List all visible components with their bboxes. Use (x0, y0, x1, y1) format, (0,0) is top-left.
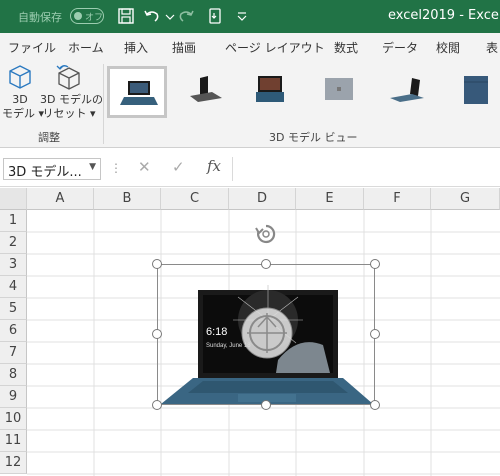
row-header-12[interactable]: 12 (0, 452, 27, 474)
touch-mode-icon[interactable] (205, 6, 225, 26)
3d-model[interactable]: 6:18 Sunday, June 18 (157, 264, 375, 405)
name-box-value: 3D モデル... (8, 165, 82, 180)
resize-handle-top[interactable] (261, 259, 271, 269)
formula-bar: 3D モデル... ▼ ⋮ ✕ ✓ fx (0, 149, 500, 187)
reset-3d-model-button[interactable]: 3D モデルの リセット ▾ (40, 60, 103, 126)
tab-data[interactable]: データ (382, 39, 418, 56)
view-top-front[interactable] (240, 66, 300, 118)
3d-model-label-2: モデル ▾ (2, 107, 45, 120)
toggle-knob (74, 12, 82, 20)
column-header-e[interactable]: E (296, 188, 364, 210)
column-header-g[interactable]: G (431, 188, 500, 210)
undo-icon[interactable] (142, 6, 162, 26)
resize-handle-bottom[interactable] (261, 400, 271, 410)
tab-view[interactable]: 表 (486, 39, 498, 56)
tab-review[interactable]: 校閲 (436, 39, 460, 56)
tab-draw[interactable]: 描画 (172, 39, 196, 56)
row-header-3[interactable]: 3 (0, 254, 27, 276)
column-header-c[interactable]: C (161, 188, 229, 210)
cancel-icon[interactable]: ✕ (138, 158, 151, 176)
ribbon-tabs: ファイル ホーム 挿入 描画 ページ レイアウト 数式 データ 校閲 表 (0, 33, 500, 60)
views-group-label: 3D モデル ビュー (269, 131, 358, 144)
row-header-10[interactable]: 10 (0, 408, 27, 430)
reset-label-1: 3D モデルの (40, 93, 103, 106)
tab-page-layout[interactable]: ページ レイアウト (225, 39, 325, 56)
redo-icon[interactable] (176, 6, 196, 26)
tab-home[interactable]: ホーム (68, 39, 104, 56)
row-header-9[interactable]: 9 (0, 386, 27, 408)
autosave-label: 自動保存 (18, 11, 62, 24)
formula-bar-grip-icon[interactable]: ⋮ (110, 161, 122, 175)
autosave-toggle[interactable]: オフ (70, 8, 104, 24)
laptop-top-front-icon (256, 76, 284, 102)
view-right-angle[interactable] (378, 66, 438, 118)
select-all-corner[interactable] (0, 188, 27, 210)
laptop-back-icon (325, 78, 353, 100)
screen-time: 6:18 (206, 326, 227, 338)
tab-file[interactable]: ファイル (8, 39, 56, 56)
3d-model-button[interactable]: 3D モデル ▾ (2, 60, 45, 126)
document-title: excel2019 - Excel (388, 8, 500, 23)
resize-handle-top-right[interactable] (370, 259, 380, 269)
resize-handle-right[interactable] (370, 329, 380, 339)
row-header-8[interactable]: 8 (0, 364, 27, 386)
view-side[interactable] (446, 66, 500, 118)
row-header-7[interactable]: 7 (0, 342, 27, 364)
column-header-a[interactable]: A (27, 188, 94, 210)
group-divider (103, 64, 104, 144)
formula-input[interactable] (232, 157, 500, 181)
view-front[interactable] (107, 66, 167, 118)
resize-handle-top-left[interactable] (152, 259, 162, 269)
row-header-1[interactable]: 1 (0, 210, 27, 232)
tab-insert[interactable]: 挿入 (124, 39, 148, 56)
laptop-front-icon (120, 81, 158, 105)
row-header-5[interactable]: 5 (0, 298, 27, 320)
name-box[interactable]: 3D モデル... ▼ (3, 158, 101, 180)
view-back[interactable] (309, 66, 369, 118)
row-header-2[interactable]: 2 (0, 232, 27, 254)
laptop-right-angle-icon (390, 78, 424, 102)
column-header-f[interactable]: F (364, 188, 431, 210)
row-header-4[interactable]: 4 (0, 276, 27, 298)
3d-cube-icon (9, 65, 31, 89)
enter-icon[interactable]: ✓ (172, 158, 185, 176)
surface-laptop-model: 6:18 Sunday, June 18 (161, 285, 373, 404)
row-header-11[interactable]: 11 (0, 430, 27, 452)
column-header-b[interactable]: B (94, 188, 161, 210)
3d-model-label-1: 3D (12, 93, 28, 106)
title-bar: 自動保存 オフ excel2019 - Excel (0, 0, 500, 33)
resize-handle-bottom-left[interactable] (152, 400, 162, 410)
insert-function-icon[interactable]: fx (207, 157, 221, 175)
reset-label-2: リセット ▾ (42, 107, 96, 120)
rotate-handle-icon[interactable] (254, 222, 278, 246)
adjust-group-label: 調整 (38, 131, 60, 144)
laptop-left-angle-icon (190, 76, 222, 102)
resize-handle-bottom-right[interactable] (370, 400, 380, 410)
column-header-d[interactable]: D (229, 188, 296, 210)
autosave-state: オフ (85, 13, 104, 23)
tab-formulas[interactable]: 数式 (334, 39, 358, 56)
name-box-dropdown-icon[interactable]: ▼ (89, 162, 96, 172)
view-left-angle[interactable] (174, 66, 234, 118)
row-header-6[interactable]: 6 (0, 320, 27, 342)
ribbon: 3D モデル ▾ 3D モデルの リセット ▾ 調整 3D モデル ビュー (0, 60, 500, 148)
customize-qat-icon[interactable] (232, 6, 252, 26)
save-icon[interactable] (116, 6, 136, 26)
laptop-side-icon (464, 76, 488, 104)
screen-date: Sunday, June 18 (206, 343, 251, 349)
resize-handle-left[interactable] (152, 329, 162, 339)
reset-3d-icon (56, 65, 80, 90)
